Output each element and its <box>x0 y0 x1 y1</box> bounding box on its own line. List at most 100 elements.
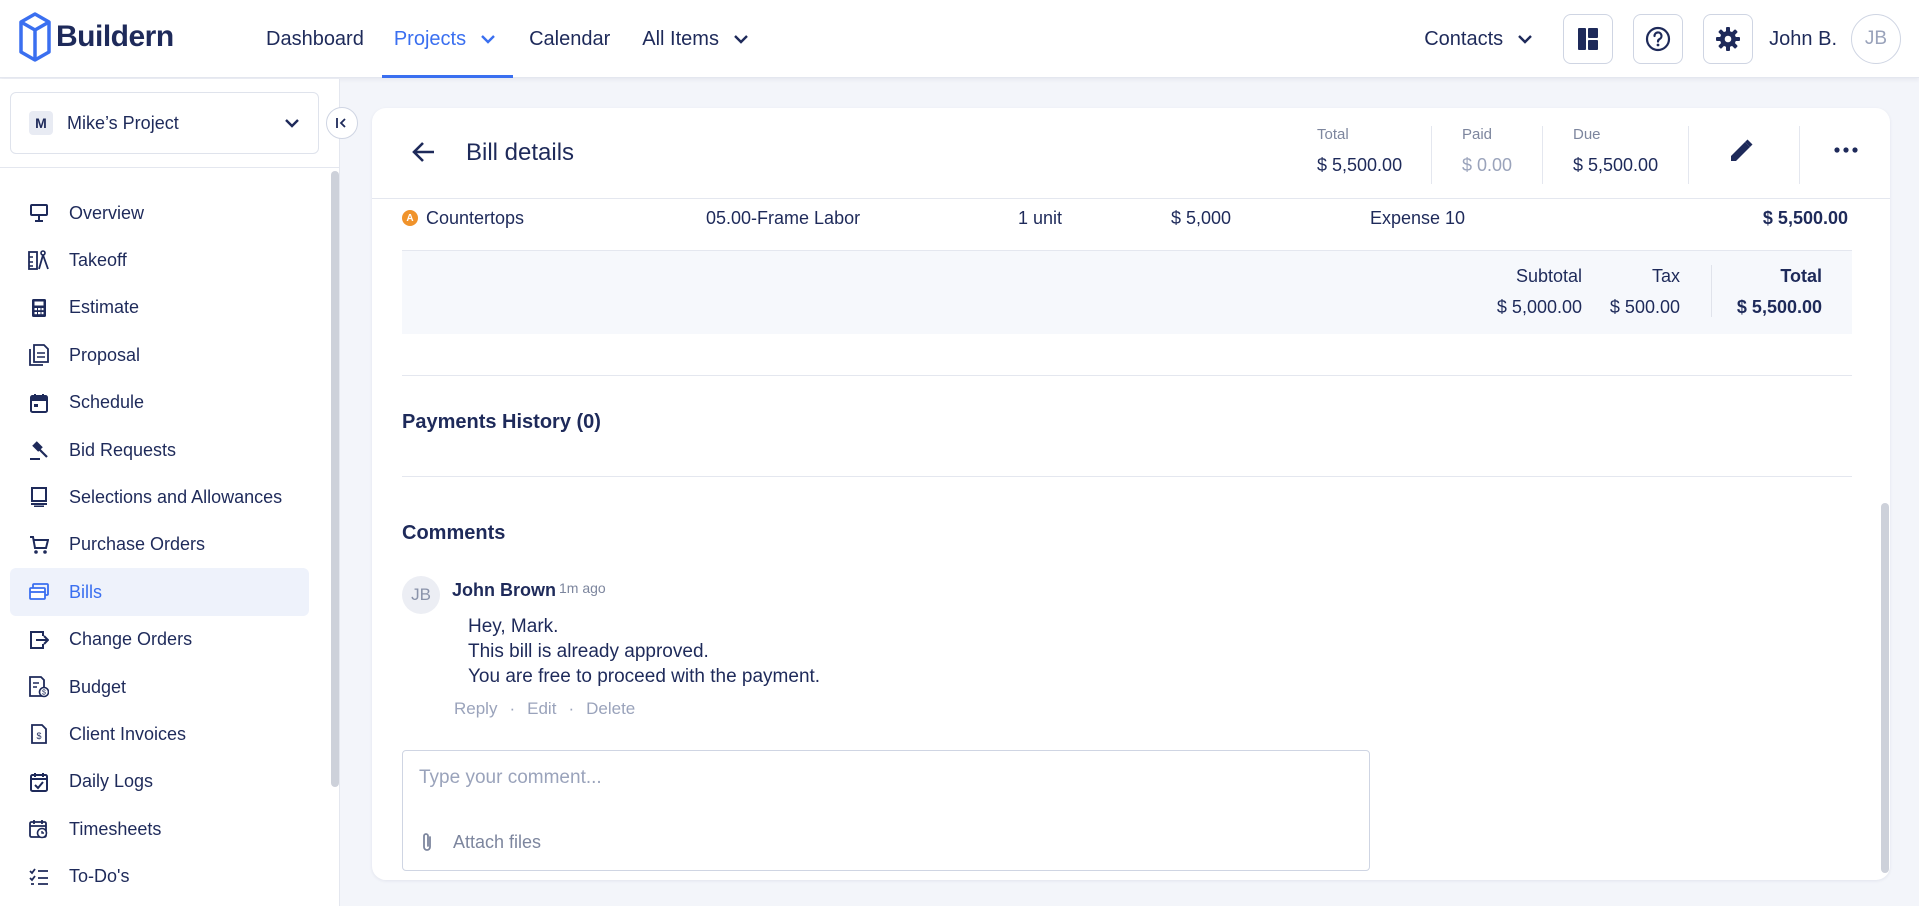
help-button[interactable] <box>1633 14 1684 64</box>
edit-button[interactable] <box>1728 138 1754 164</box>
delete-link[interactable]: Delete <box>586 699 635 719</box>
sidebar-item-change-orders[interactable]: Change Orders <box>10 616 309 664</box>
sidebar-menu: Overview Takeoff Estimate Proposal Sched… <box>10 189 309 900</box>
sidebar-scrollbar[interactable] <box>331 171 339 787</box>
bill-details-header: Bill details Total $ 5,500.00 Paid $ 0.0… <box>372 108 1890 199</box>
line-item-expense: Expense 10 <box>1370 208 1466 228</box>
proposal-icon <box>28 344 50 367</box>
sidebar-item-todos[interactable]: To-Do's <box>10 853 309 901</box>
attach-files-button[interactable]: Attach files <box>419 831 541 853</box>
comment-timestamp: 1m ago <box>559 580 606 596</box>
summary-total-value: $ 5,500.00 <box>1736 297 1822 317</box>
line-item-quantity: 1 unit <box>1018 208 1063 228</box>
sidebar-item-bid-requests[interactable]: Bid Requests <box>10 426 309 474</box>
sidebar-item-label: Proposal <box>69 344 141 365</box>
main-nav: Dashboard Projects Calendar All Items <box>254 0 761 78</box>
nav-projects-label: Projects <box>393 27 467 50</box>
sidebar-item-selections[interactable]: Selections and Allowances <box>10 473 309 521</box>
summary-total-label: Total <box>1780 266 1822 286</box>
sidebar-item-overview[interactable]: Overview <box>10 189 309 237</box>
project-selector[interactable]: M Mike’s Project <box>10 92 319 154</box>
sidebar-item-purchase-orders[interactable]: Purchase Orders <box>10 521 309 569</box>
contacts-menu[interactable]: Contacts <box>1424 28 1533 51</box>
calculator-icon <box>28 298 50 318</box>
total-value: $ 5,500.00 <box>1317 155 1403 175</box>
layout-icon <box>1578 28 1599 50</box>
sidebar-item-proposal[interactable]: Proposal <box>10 331 309 379</box>
attach-files-label: Attach files <box>453 831 542 852</box>
back-button[interactable] <box>412 141 436 163</box>
timesheet-icon <box>28 819 50 839</box>
paperclip-icon <box>423 833 431 851</box>
sidebar-item-budget[interactable]: $ Budget <box>10 663 309 711</box>
sidebar-item-label: To-Do's <box>69 866 130 887</box>
sidebar-item-label: Budget <box>69 676 127 697</box>
bills-icon <box>28 583 50 601</box>
totals-summary: Subtotal $ 5,000.00 Tax $ 500.00 Total $… <box>402 250 1852 334</box>
total-metric: Total $ 5,500.00 <box>1317 126 1402 176</box>
comment-text-line: Hey, Mark. <box>468 616 559 637</box>
sidebar-item-estimate[interactable]: Estimate <box>10 284 309 332</box>
comment-text-line: You are free to proceed with the payment… <box>468 666 821 687</box>
tax-value: $ 500.00 <box>1609 297 1680 317</box>
divider <box>1799 126 1800 184</box>
chevron-down-icon <box>1518 35 1533 44</box>
nav-all-items[interactable]: All Items <box>630 0 761 78</box>
more-options-button[interactable] <box>1834 146 1858 154</box>
sidebar-item-label: Change Orders <box>69 629 193 650</box>
bill-details-panel: Bill details Total $ 5,500.00 Paid $ 0.0… <box>372 108 1890 880</box>
nav-projects[interactable]: Projects <box>381 0 514 78</box>
sidebar-item-timesheets[interactable]: Timesheets <box>10 805 309 853</box>
dashboard-layout-button[interactable] <box>1563 14 1614 64</box>
overview-icon <box>28 203 50 223</box>
due-metric: Due $ 5,500.00 <box>1573 126 1658 176</box>
nav-dashboard[interactable]: Dashboard <box>254 0 376 78</box>
gavel-icon <box>28 440 50 461</box>
subtotal-label: Subtotal <box>1515 266 1582 286</box>
user-avatar[interactable]: JB <box>1851 14 1901 64</box>
sidebar-divider <box>0 167 340 168</box>
divider <box>1711 265 1712 317</box>
user-name[interactable]: John B. <box>1769 28 1837 51</box>
sidebar: M Mike’s Project Overview Takeoff Estima… <box>0 79 340 906</box>
new-comment-box: Attach files <box>402 750 1370 871</box>
buildern-logo[interactable]: Buildern <box>18 11 174 63</box>
calendar-icon <box>28 393 50 413</box>
paid-metric: Paid $ 0.00 <box>1462 126 1512 176</box>
project-initial-badge: M <box>29 111 53 135</box>
status-badge: A <box>402 210 418 226</box>
settings-button[interactable] <box>1703 14 1754 64</box>
daily-log-icon <box>28 772 50 792</box>
comment-avatar: JB <box>402 576 440 614</box>
tax-label: Tax <box>1651 266 1680 286</box>
more-horizontal-icon <box>1834 147 1858 153</box>
sidebar-item-label: Selections and Allowances <box>69 486 283 507</box>
chevron-down-icon <box>285 119 299 128</box>
contacts-label: Contacts <box>1424 27 1504 50</box>
pencil-icon <box>1731 139 1753 161</box>
sidebar-item-client-invoices[interactable]: $ Client Invoices <box>10 710 309 758</box>
cart-icon <box>28 535 50 555</box>
page-title: Bill details <box>466 139 575 166</box>
svg-text:$: $ <box>42 690 46 697</box>
sidebar-item-takeoff[interactable]: Takeoff <box>10 236 309 284</box>
divider <box>402 375 1852 376</box>
panel-scrollbar[interactable] <box>1881 503 1889 873</box>
nav-calendar-label: Calendar <box>529 27 611 50</box>
sidebar-item-schedule[interactable]: Schedule <box>10 379 309 427</box>
sidebar-item-label: Purchase Orders <box>69 534 206 555</box>
sidebar-item-bills[interactable]: Bills <box>10 568 309 617</box>
header-right: Contacts John B. JB <box>1424 0 1901 78</box>
nav-calendar[interactable]: Calendar <box>517 0 622 78</box>
collapse-sidebar-button[interactable] <box>326 107 358 139</box>
comment-input[interactable] <box>419 767 1349 789</box>
help-icon <box>1646 26 1671 52</box>
reply-link[interactable]: Reply <box>454 699 497 719</box>
sidebar-item-daily-logs[interactable]: Daily Logs <box>10 758 309 806</box>
sidebar-item-label: Client Invoices <box>69 723 187 744</box>
edit-link[interactable]: Edit <box>527 699 556 719</box>
payments-history-title: Payments History (0) <box>402 411 601 433</box>
divider <box>1542 126 1543 184</box>
sidebar-item-label: Schedule <box>69 392 145 413</box>
invoice-icon: $ <box>28 724 50 745</box>
